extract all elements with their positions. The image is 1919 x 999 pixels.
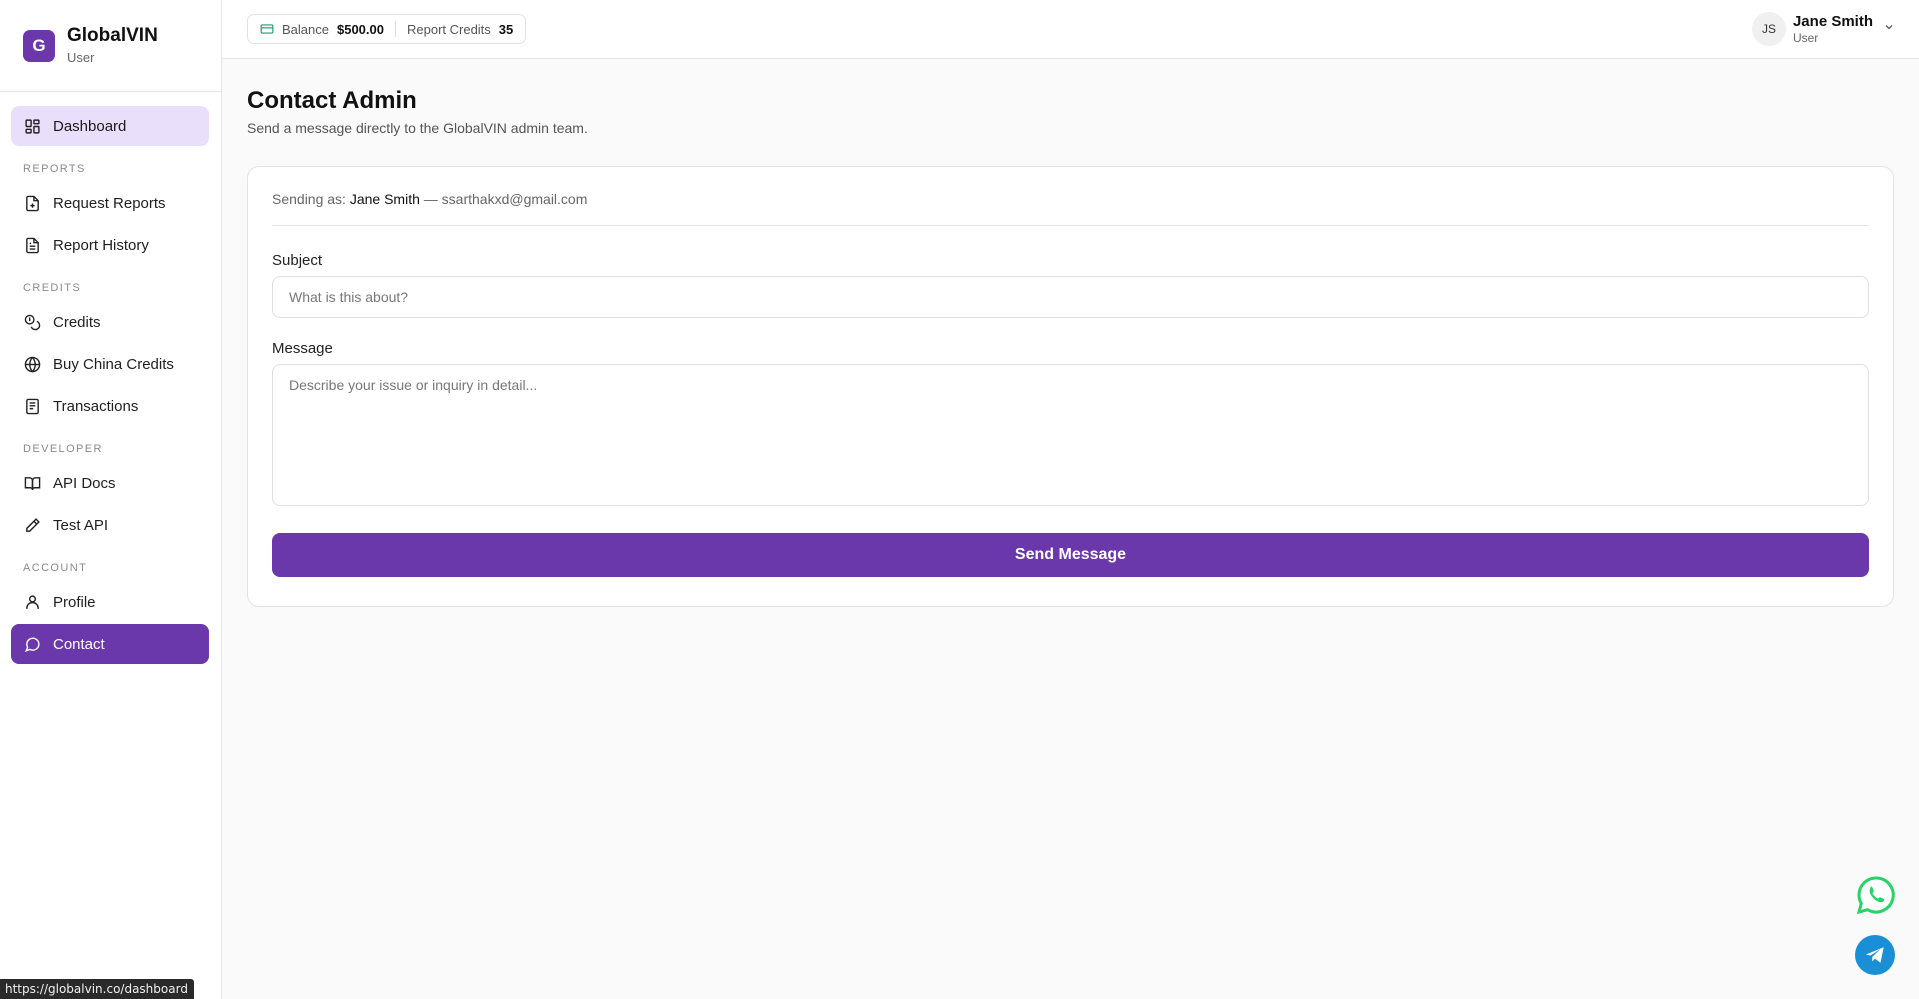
chat-icon: [23, 635, 41, 653]
credits-value: 35: [498, 21, 514, 37]
sidebar-item-label: Transactions: [53, 397, 139, 415]
sidebar-item-label: Profile: [53, 593, 96, 611]
sidebar-item-contact[interactable]: Contact: [11, 624, 209, 664]
sidebar-item-label: Request Reports: [53, 194, 166, 212]
wallet-icon: [260, 22, 274, 36]
balance-value: $500.00: [336, 21, 384, 37]
sidebar-item-dashboard[interactable]: Dashboard: [11, 106, 209, 146]
user-menu[interactable]: JS Jane Smith User: [1751, 12, 1895, 46]
grid-icon: [23, 117, 41, 135]
section-title-account: ACCOUNT: [23, 562, 88, 574]
telegram-icon: [1864, 944, 1886, 966]
sidebar-item-label: Credits: [53, 313, 101, 331]
brand-role: User: [67, 50, 95, 65]
globe-icon: [23, 355, 41, 373]
avatar: JS: [1751, 12, 1786, 46]
status-bar-url: https://globalvin.co/dashboard: [0, 979, 194, 999]
sidebar-item-label: Contact: [53, 635, 105, 653]
message-textarea[interactable]: [272, 364, 1869, 506]
sidebar-item-request-reports[interactable]: Request Reports: [11, 183, 209, 223]
section-title-credits: CREDITS: [23, 282, 82, 294]
telegram-button[interactable]: [1855, 935, 1895, 975]
whatsapp-icon: [1856, 876, 1896, 919]
pill-divider: [394, 21, 396, 37]
balance-pill[interactable]: Balance $500.00 Report Credits 35: [247, 14, 527, 44]
brand-logo: G: [23, 29, 55, 62]
balance-label: Balance: [282, 21, 329, 37]
subject-label: Subject: [272, 252, 323, 269]
sidebar-item-label: Test API: [53, 516, 109, 534]
page-subtitle: Send a message directly to the GlobalVIN…: [247, 120, 588, 136]
sidebar: G GlobalVIN User Dashboard REPORTS Reque…: [0, 0, 222, 999]
brand-name: GlobalVIN: [67, 25, 158, 46]
sidebar-item-report-history[interactable]: Report History: [11, 225, 209, 265]
main-content: Contact Admin Send a message directly to…: [247, 59, 1894, 607]
file-text-icon: [23, 236, 41, 254]
user-name: Jane Smith: [1792, 12, 1873, 30]
message-label: Message: [272, 340, 333, 357]
sidebar-item-label: Buy China Credits: [53, 355, 174, 373]
whatsapp-button[interactable]: [1856, 875, 1896, 915]
sidebar-item-buy-china-credits[interactable]: Buy China Credits: [11, 344, 209, 384]
user-role: User: [1792, 30, 1819, 45]
sidebar-item-label: Dashboard: [53, 117, 127, 135]
sidebar-item-test-api[interactable]: Test API: [11, 505, 209, 545]
receipt-icon: [23, 397, 41, 415]
send-message-button[interactable]: Send Message: [272, 533, 1869, 577]
sending-name: Jane Smith: [349, 191, 420, 207]
user-icon: [23, 593, 41, 611]
pencil-icon: [23, 516, 41, 534]
sidebar-item-label: Report History: [53, 236, 149, 254]
section-title-reports: REPORTS: [23, 163, 86, 175]
chevron-down-icon: [1883, 20, 1895, 38]
credits-label: Report Credits: [406, 21, 491, 37]
page-title: Contact Admin: [247, 87, 417, 114]
sidebar-item-api-docs[interactable]: API Docs: [11, 463, 209, 503]
sidebar-item-credits[interactable]: Credits: [11, 302, 209, 342]
sidebar-item-transactions[interactable]: Transactions: [11, 386, 209, 426]
subject-input[interactable]: [272, 276, 1869, 318]
sidebar-item-label: API Docs: [53, 474, 116, 492]
file-plus-icon: [23, 194, 41, 212]
contact-form-card: Sending as: Jane Smith — ssarthakxd@gmai…: [247, 166, 1894, 607]
brand[interactable]: G GlobalVIN User: [0, 0, 221, 92]
topbar: Balance $500.00 Report Credits 35 JS Jan…: [222, 0, 1919, 59]
coins-icon: [23, 313, 41, 331]
book-icon: [23, 474, 41, 492]
sidebar-item-profile[interactable]: Profile: [11, 582, 209, 622]
section-title-developer: DEVELOPER: [23, 443, 103, 455]
sending-prefix: Sending as:: [272, 191, 346, 207]
sending-email: — ssarthakxd@gmail.com: [423, 191, 588, 207]
sidebar-nav: Dashboard REPORTS Request Reports Report…: [0, 92, 221, 664]
sending-as: Sending as: Jane Smith — ssarthakxd@gmai…: [272, 191, 1869, 226]
